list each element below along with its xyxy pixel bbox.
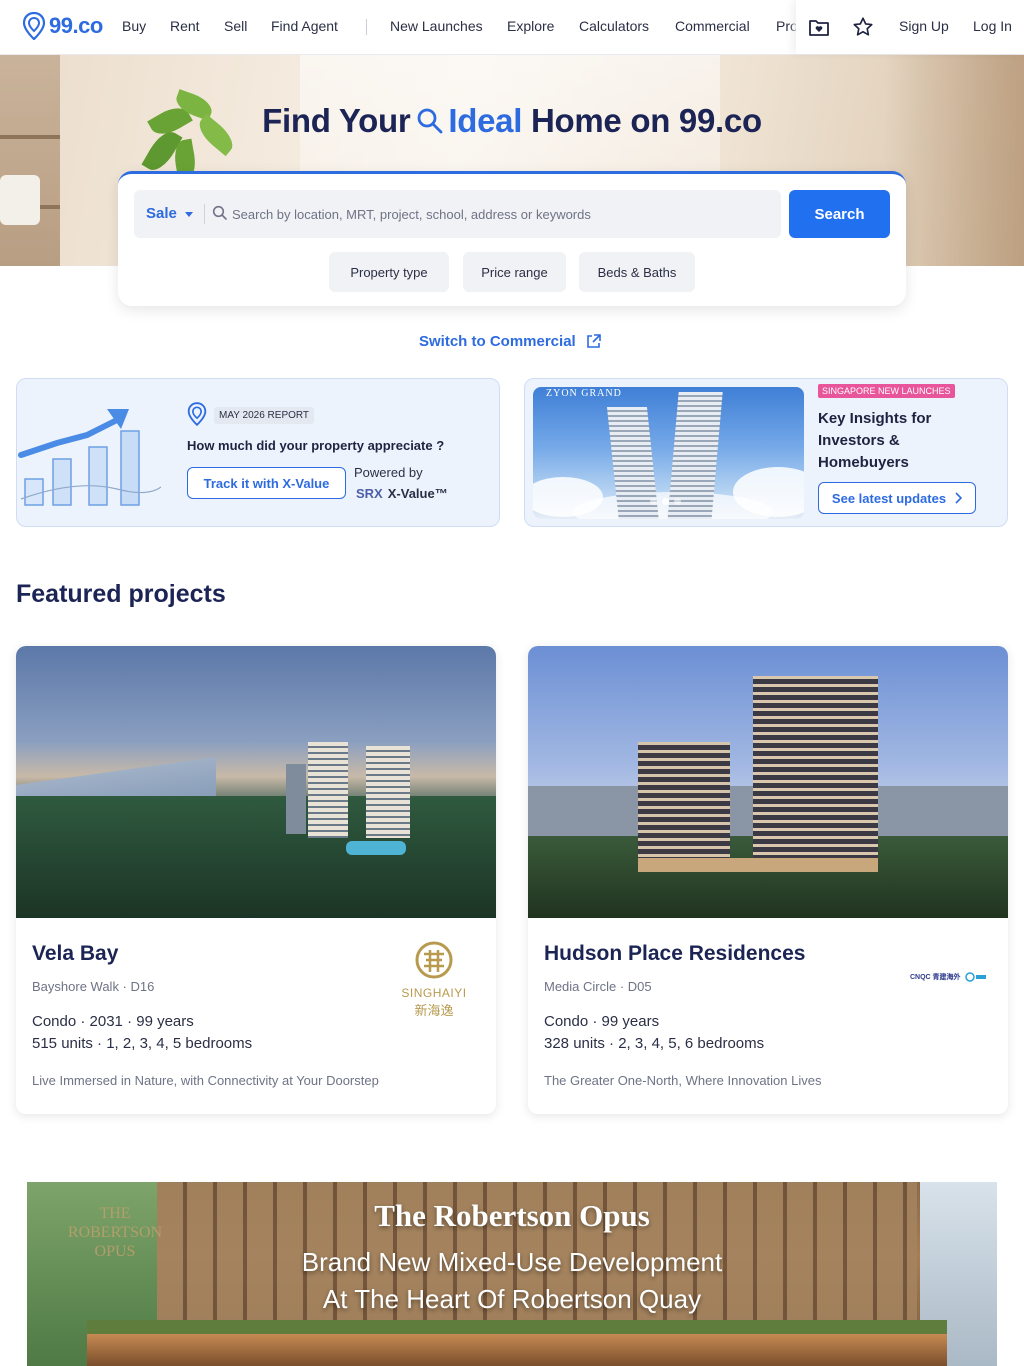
- nav-sell[interactable]: Sell: [224, 18, 247, 34]
- carousel-dot[interactable]: [650, 498, 657, 505]
- pin-logo-icon: [187, 402, 207, 426]
- project-location: Media Circle · D05: [544, 979, 652, 994]
- search-divider: [204, 204, 205, 224]
- pin-logo-icon: [22, 12, 46, 40]
- banner-subtitle-line1: Brand New Mixed-Use Development: [301, 1247, 723, 1277]
- xvalue-question: How much did your property appreciate ?: [187, 438, 445, 453]
- hudson-place-image: [528, 646, 1008, 918]
- project-details: Condo · 2031 · 99 years: [32, 1013, 194, 1030]
- price-range-filter[interactable]: Price range: [463, 252, 566, 292]
- project-tagline: Live Immersed in Nature, with Connectivi…: [32, 1073, 379, 1088]
- singhaiyi-logo: SINGHAIYI 新海逸: [394, 940, 474, 1019]
- cnqc-logo: CNQC 青建海外: [910, 972, 987, 982]
- track-xvalue-button[interactable]: Track it with X-Value: [187, 467, 346, 499]
- banner-title: The Robertson Opus: [374, 1198, 650, 1233]
- singhaiyi-emblem-icon: [415, 941, 453, 979]
- trees: [16, 796, 496, 918]
- singhaiyi-logo-text: SINGHAIYI: [401, 986, 467, 1000]
- external-link-icon: [586, 334, 601, 348]
- project-tagline: The Greater One-North, Where Innovation …: [544, 1073, 822, 1088]
- hero-title: Find Your Ideal Home on 99.co: [0, 102, 1024, 143]
- srx-xvalue-logo: SRX X-Value™: [356, 486, 448, 501]
- logo[interactable]: 99.co: [22, 12, 103, 40]
- nav-find-agent[interactable]: Find Agent: [271, 18, 338, 34]
- carousel-dots[interactable]: [650, 498, 681, 505]
- search-button[interactable]: Search: [789, 190, 890, 238]
- vela-bay-image: [16, 646, 496, 918]
- garden-ledge: [87, 1320, 947, 1334]
- caret-down-icon[interactable]: [185, 212, 193, 217]
- search-bar: Sale: [134, 190, 781, 238]
- vase-decoration: [0, 175, 40, 225]
- project-name[interactable]: Vela Bay: [32, 942, 118, 966]
- carousel-dot[interactable]: [674, 498, 681, 505]
- project-details: Condo · 99 years: [544, 1013, 660, 1030]
- project-card-hudson-place[interactable]: Hudson Place Residences Media Circle · D…: [528, 646, 1008, 1114]
- nav-divider: [366, 19, 367, 35]
- search-icon: [416, 105, 444, 143]
- new-launches-tag: SINGAPORE NEW LAUNCHES: [818, 384, 955, 398]
- property-type-filter[interactable]: Property type: [329, 252, 449, 292]
- banner-subtitle-line2: At The Heart Of Robertson Quay: [322, 1284, 702, 1314]
- project-units: 515 units · 1, 2, 3, 4, 5 bedrooms: [32, 1035, 253, 1052]
- project-location: Bayshore Walk · D16: [32, 979, 155, 994]
- nav-new-launches[interactable]: New Launches: [390, 18, 483, 34]
- project-card-vela-bay[interactable]: Vela Bay Bayshore Walk · D16 Condo · 203…: [16, 646, 496, 1114]
- building-base: [87, 1334, 947, 1366]
- hero-title-ideal: Ideal: [448, 102, 523, 139]
- project-name[interactable]: Hudson Place Residences: [544, 942, 805, 966]
- hero-title-part1: Find Your: [262, 102, 411, 139]
- star-icon[interactable]: [851, 15, 875, 39]
- see-latest-updates-button[interactable]: See latest updates: [818, 482, 976, 514]
- listing-type-dropdown[interactable]: Sale: [146, 205, 177, 222]
- nav-explore[interactable]: Explore: [507, 18, 554, 34]
- switch-commercial-label: Switch to Commercial: [419, 333, 576, 350]
- saved-folder-icon[interactable]: [807, 15, 831, 39]
- tower: [638, 742, 730, 862]
- search-card: Sale Search Property type Price range Be…: [118, 171, 906, 306]
- featured-projects-title: Featured projects: [16, 580, 226, 608]
- powered-by-label: Powered by: [354, 465, 423, 480]
- beds-baths-filter[interactable]: Beds & Baths: [579, 252, 695, 292]
- nav-rent[interactable]: Rent: [170, 18, 200, 34]
- chevron-right-icon: [955, 492, 963, 504]
- nav-actions: Sign Up Log In: [796, 0, 1024, 54]
- search-input[interactable]: [232, 200, 762, 228]
- building: [286, 764, 306, 834]
- cnqc-emblem-icon: [964, 972, 986, 982]
- nav-calculators[interactable]: Calculators: [579, 18, 649, 34]
- podium: [638, 858, 878, 872]
- tower: [366, 746, 410, 838]
- switch-commercial-link[interactable]: Switch to Commercial: [419, 333, 601, 350]
- project-units: 328 units · 2, 3, 4, 5, 6 bedrooms: [544, 1035, 765, 1052]
- cnqc-logo-text: CNQC 青建海外: [910, 974, 961, 981]
- hero-title-part2: Home on 99.co: [530, 102, 762, 139]
- xvalue-logo-text: X-Value™: [387, 486, 448, 501]
- growth-chart-icon: [18, 409, 162, 506]
- search-icon: [212, 205, 228, 226]
- sign-up-link[interactable]: Sign Up: [899, 18, 949, 34]
- report-tag: MAY 2026 REPORT: [214, 407, 315, 424]
- zyon-grand-label: ZYON GRAND: [546, 388, 622, 399]
- nav-buy[interactable]: Buy: [122, 18, 146, 34]
- tower: [753, 676, 878, 866]
- top-nav: 99.co Buy Rent Sell Find Agent New Launc…: [0, 0, 1024, 55]
- carousel-dot-active[interactable]: [662, 498, 669, 505]
- log-in-link[interactable]: Log In: [973, 18, 1012, 34]
- logo-text: 99.co: [49, 13, 103, 38]
- pool: [346, 841, 406, 855]
- see-latest-updates-label: See latest updates: [831, 490, 947, 506]
- shelf-decoration: [0, 55, 60, 266]
- singhaiyi-logo-cn: 新海逸: [414, 1004, 454, 1019]
- insights-title: Key Insights for Investors & Homebuyers: [818, 410, 932, 471]
- srx-logo-text: SRX: [356, 486, 383, 501]
- nav-commercial[interactable]: Commercial: [675, 18, 750, 34]
- tower: [308, 742, 348, 838]
